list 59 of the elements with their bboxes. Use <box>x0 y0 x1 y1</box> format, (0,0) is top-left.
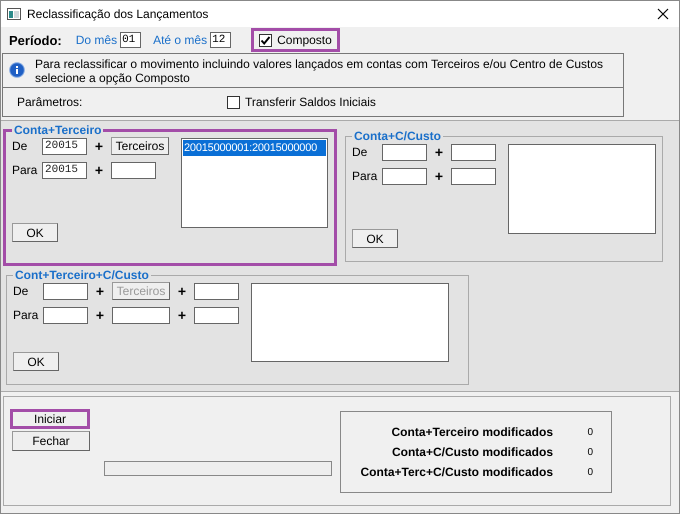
input-field[interactable] <box>382 168 427 184</box>
info-icon <box>9 62 25 78</box>
input-field[interactable] <box>451 144 496 160</box>
plus-sign: + <box>94 138 104 154</box>
field-label: De <box>13 284 30 298</box>
ok-button[interactable]: OK <box>13 352 59 371</box>
list-box[interactable] <box>508 144 656 234</box>
input-field[interactable] <box>194 282 239 300</box>
group-title: Conta+C/Custo <box>353 129 442 143</box>
input-field[interactable] <box>451 168 496 184</box>
list-item[interactable]: 20015000001:20015000000 <box>183 140 326 156</box>
input-field[interactable] <box>43 282 88 300</box>
plus-sign: + <box>94 307 106 323</box>
period-label: Período: <box>9 32 62 48</box>
list-box[interactable]: 20015000001:20015000000 <box>181 138 328 228</box>
plus-sign: + <box>434 168 444 184</box>
field-label: De <box>12 139 28 153</box>
action-button[interactable]: Iniciar <box>10 409 90 429</box>
plus-sign: + <box>176 307 188 323</box>
counter-label: Conta+Terc+C/Custo modificados <box>360 465 553 479</box>
input-field[interactable]: 20015 <box>42 162 87 178</box>
parameters-label: Parâmetros: <box>17 95 84 109</box>
transfer-checkbox[interactable]: Transferir Saldos Iniciais <box>227 95 376 109</box>
plus-sign: + <box>94 162 104 178</box>
counter-value: 0 <box>586 426 593 438</box>
field-label: Para <box>352 169 378 183</box>
close-icon[interactable] <box>657 8 669 20</box>
window-title: Reclassificação dos Lançamentos <box>27 7 210 21</box>
info-message: Para reclassificar o movimento incluindo valores lançados em contas com Terceiros e/ou Centro de Custos selecione a opção Composto <box>35 57 604 85</box>
counter-value: 0 <box>586 446 593 458</box>
action-button[interactable]: Fechar <box>12 431 90 451</box>
ok-button[interactable]: OK <box>12 223 58 242</box>
input-field[interactable] <box>111 162 156 178</box>
ok-button[interactable]: OK <box>352 229 398 248</box>
counter-label: Conta+C/Custo modificados <box>392 445 553 459</box>
check-icon <box>260 34 272 46</box>
field-label: Para <box>13 308 40 322</box>
terceiros-button[interactable]: Terceiros <box>111 137 169 155</box>
field-label: Para <box>12 163 38 177</box>
plus-sign: + <box>94 283 106 299</box>
plus-sign: + <box>434 144 444 160</box>
group-title: Conta+Terceiro <box>13 123 102 137</box>
input-field[interactable]: 20015 <box>42 138 87 154</box>
field-label: De <box>352 145 368 159</box>
input-field[interactable] <box>382 144 427 160</box>
input-field[interactable] <box>112 306 170 324</box>
from-month-field[interactable]: 01 <box>120 32 142 48</box>
to-month-field[interactable]: 12 <box>210 32 232 48</box>
from-month-label: Do mês <box>76 33 118 47</box>
counter-value: 0 <box>586 466 593 478</box>
plus-sign: + <box>176 283 188 299</box>
to-month-label: Até o mês <box>153 33 208 47</box>
input-field[interactable] <box>43 306 88 324</box>
composto-checkbox[interactable]: Composto <box>251 28 340 52</box>
app-icon <box>7 7 21 21</box>
group-title: Cont+Terceiro+C/Custo <box>14 268 150 282</box>
input-field[interactable] <box>194 306 239 324</box>
counter-label: Conta+Terceiro modificados <box>392 425 553 439</box>
list-box[interactable] <box>251 283 449 362</box>
